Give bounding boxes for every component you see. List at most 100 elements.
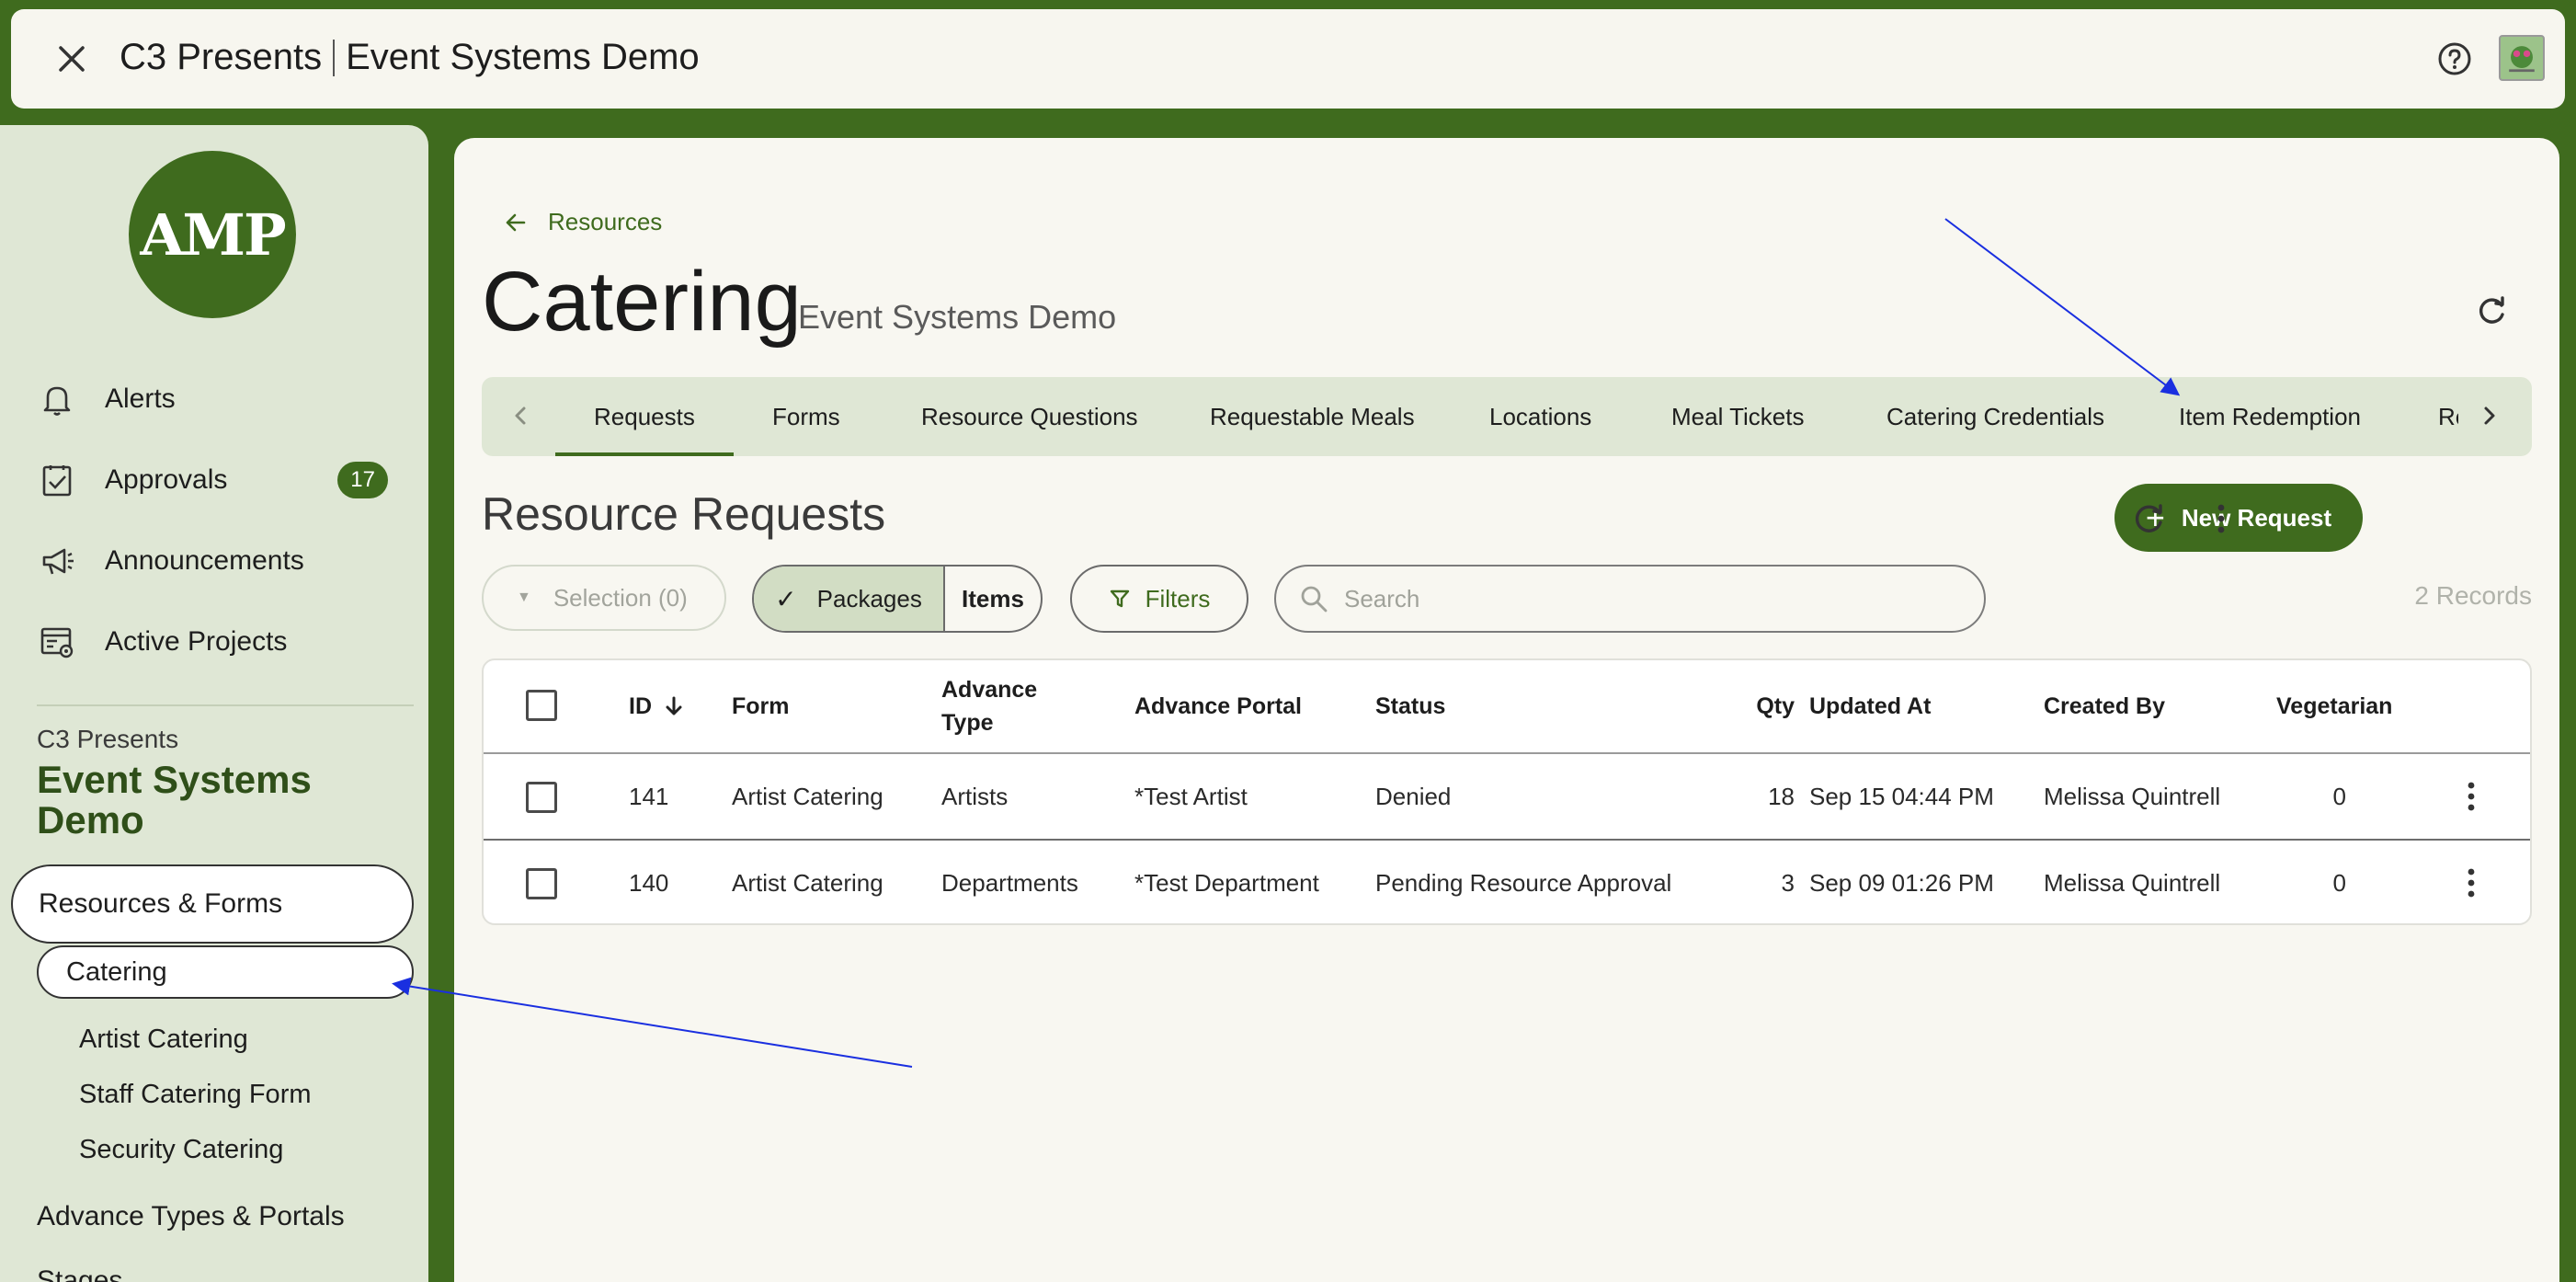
main-panel: Resources Catering Event Systems Demo Re… — [454, 138, 2559, 1282]
header-advance-portal[interactable]: Advance Portal — [1134, 660, 1302, 752]
requests-table: ID Form Advance Type Advance Portal Stat… — [482, 658, 2532, 925]
row-checkbox[interactable] — [526, 782, 557, 813]
caret-down-icon: ▼ — [517, 589, 531, 605]
cell-id: 140 — [629, 868, 669, 897]
tab-truncated[interactable]: Re — [2438, 377, 2458, 456]
row-actions-icon[interactable] — [2462, 864, 2480, 901]
nav-approvals[interactable]: Approvals 17 — [37, 452, 405, 508]
top-bar: C3 Presents Event Systems Demo — [11, 9, 2565, 109]
sidebar-item-resources-forms[interactable]: Resources & Forms — [11, 864, 414, 944]
select-all-checkbox[interactable] — [526, 690, 557, 721]
close-icon[interactable] — [55, 42, 88, 75]
cell-status: Denied — [1375, 782, 1452, 810]
row-actions-icon[interactable] — [2462, 778, 2480, 815]
help-icon[interactable] — [2433, 37, 2477, 81]
window-title: C3 Presents Event Systems Demo — [120, 37, 700, 78]
filters-label: Filters — [1145, 584, 1211, 612]
page-subtitle: Event Systems Demo — [798, 298, 1117, 336]
search-input[interactable] — [1344, 584, 1951, 613]
tab-forms[interactable]: Forms — [772, 377, 840, 456]
page-title: Catering — [482, 255, 802, 349]
tab-requestable-meals[interactable]: Requestable Meals — [1210, 377, 1415, 456]
cell-id: 141 — [629, 782, 669, 810]
header-advance-type[interactable]: Advance Type — [941, 660, 1037, 752]
cell-advance-type: Departments — [941, 868, 1078, 897]
cell-created-by: Melissa Quintrell — [2044, 868, 2221, 897]
cell-advance-portal: *Test Department — [1134, 868, 1319, 897]
items-label: Items — [962, 584, 1024, 612]
arrow-down-icon — [666, 696, 682, 715]
tab-resource-questions[interactable]: Resource Questions — [921, 377, 1138, 456]
check-icon: ✓ — [775, 584, 797, 613]
table-row[interactable]: 140 Artist Catering Departments *Test De… — [484, 841, 2530, 923]
packages-label: Packages — [816, 584, 922, 612]
sidebar-item-catering[interactable]: Catering — [37, 945, 414, 999]
sidebar-item-artist-catering[interactable]: Artist Catering — [79, 1024, 248, 1055]
view-toggle: ✓ Packages Items — [752, 565, 1043, 633]
cell-form: Artist Catering — [732, 868, 883, 897]
nav-approvals-label: Approvals — [105, 464, 228, 495]
cell-advance-type: Artists — [941, 782, 1009, 810]
user-avatar[interactable] — [2499, 35, 2545, 81]
nav-alerts[interactable]: Alerts — [37, 372, 405, 427]
sidebar-item-stages[interactable]: Stages — [37, 1265, 122, 1282]
arrow-left-icon — [506, 213, 526, 231]
more-options-icon[interactable] — [2201, 498, 2241, 539]
tabs-scroll-left-icon[interactable] — [502, 397, 539, 434]
cell-qty: 3 — [1781, 868, 1795, 897]
cell-vegetarian: 0 — [2332, 782, 2346, 810]
back-to-resources-link[interactable]: Resources — [504, 208, 662, 236]
cell-created-by: Melissa Quintrell — [2044, 782, 2221, 810]
header-qty[interactable]: Qty — [1721, 660, 1795, 752]
search-icon — [1301, 586, 1328, 612]
cell-status: Pending Resource Approval — [1375, 868, 1672, 897]
cell-form: Artist Catering — [732, 782, 883, 810]
sidebar-item-security-catering[interactable]: Security Catering — [79, 1135, 283, 1165]
row-checkbox[interactable] — [526, 868, 557, 899]
sidebar-item-advance-types[interactable]: Advance Types & Portals — [37, 1201, 345, 1232]
tab-requests[interactable]: Requests — [555, 377, 734, 456]
nav-active-projects[interactable]: Active Projects — [37, 614, 405, 670]
refresh-page-icon[interactable] — [2473, 292, 2510, 329]
tab-item-redemption[interactable]: Item Redemption — [2179, 377, 2361, 456]
cell-updated-at: Sep 15 04:44 PM — [1809, 782, 1994, 810]
header-created-by[interactable]: Created By — [2044, 660, 2165, 752]
packages-toggle[interactable]: ✓ Packages — [754, 567, 945, 631]
cell-qty: 18 — [1768, 782, 1795, 810]
search-field — [1274, 565, 1986, 633]
filters-button[interactable]: Filters — [1070, 565, 1248, 633]
tab-locations[interactable]: Locations — [1489, 377, 1591, 456]
project-list-icon — [40, 627, 74, 658]
header-updated-at[interactable]: Updated At — [1809, 660, 1931, 752]
table-row[interactable]: 141 Artist Catering Artists *Test Artist… — [484, 754, 2530, 841]
clipboard-check-icon — [42, 465, 72, 497]
nav-announcements[interactable]: Announcements — [37, 533, 405, 589]
tabs-scroll-right-icon[interactable] — [2471, 397, 2508, 434]
nav-active-projects-label: Active Projects — [105, 626, 288, 657]
cell-updated-at: Sep 09 01:26 PM — [1809, 868, 1994, 897]
header-advance-type-line2: Type — [941, 710, 994, 736]
selection-label: Selection (0) — [553, 583, 688, 612]
approvals-count-badge: 17 — [337, 462, 388, 498]
header-advance-type-line1: Advance — [941, 677, 1038, 703]
tab-catering-credentials[interactable]: Catering Credentials — [1886, 377, 2104, 456]
header-id[interactable]: ID — [629, 660, 687, 752]
org-name: C3 Presents — [120, 37, 323, 77]
nav-announcements-label: Announcements — [105, 545, 304, 576]
header-form[interactable]: Form — [732, 660, 790, 752]
amp-logo[interactable]: AMP — [129, 151, 296, 318]
bell-icon — [43, 386, 71, 416]
megaphone-icon — [42, 548, 74, 575]
refresh-list-icon[interactable] — [2129, 498, 2170, 539]
header-status[interactable]: Status — [1375, 660, 1445, 752]
selection-dropdown[interactable]: ▼ Selection (0) — [482, 565, 726, 631]
sidebar-item-staff-catering-form[interactable]: Staff Catering Form — [79, 1080, 312, 1110]
tab-meal-tickets[interactable]: Meal Tickets — [1671, 377, 1805, 456]
cell-vegetarian: 0 — [2332, 868, 2346, 897]
title-divider — [333, 39, 336, 76]
header-vegetarian[interactable]: Vegetarian — [2276, 660, 2392, 752]
sidebar: AMP Alerts Approvals 17 Announcements Ac… — [0, 125, 428, 1282]
items-toggle[interactable]: Items — [945, 567, 1041, 631]
project-name: Event Systems Demo — [346, 37, 700, 77]
section-title: Resource Requests — [482, 488, 886, 540]
